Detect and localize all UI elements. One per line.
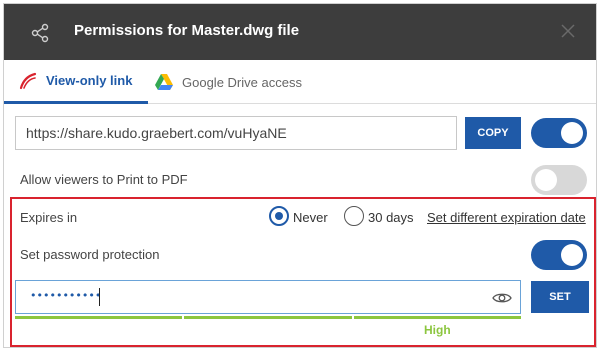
set-expiration-date-link[interactable]: Set different expiration date [427,210,586,225]
expiry-30-days-label[interactable]: 30 days [368,210,414,225]
strength-segment [15,316,183,319]
toggle-knob [561,244,583,266]
tab-google-drive-access[interactable]: Google Drive access [152,60,302,104]
expiry-never-radio[interactable] [269,206,289,226]
copy-button[interactable]: COPY [465,117,521,149]
strength-segment [353,316,521,319]
strength-segment [184,316,352,319]
close-icon[interactable] [560,23,576,39]
tab-label: Google Drive access [182,74,302,90]
toggle-knob [535,169,557,191]
set-password-button[interactable]: SET [531,281,589,313]
password-protection-label: Set password protection [20,247,160,262]
tab-label: View-only link [46,73,133,88]
share-icon [31,23,49,43]
google-drive-icon [155,74,173,90]
password-protection-toggle[interactable] [531,240,587,270]
permissions-dialog: Permissions for Master.dwg file View-onl… [3,3,597,348]
print-to-pdf-label: Allow viewers to Print to PDF [20,172,188,187]
expiry-never-label[interactable]: Never [293,210,328,225]
expires-in-label: Expires in [20,210,78,225]
eye-icon[interactable] [492,291,512,305]
expiry-30-days-radio[interactable] [344,206,364,226]
link-sharing-toggle[interactable] [531,118,587,148]
password-strength-meter [15,316,521,319]
password-masked-value: ••••••••••• [30,289,102,302]
dialog-title: Permissions for Master.dwg file [74,22,300,39]
tab-view-only-link[interactable]: View-only link [4,60,148,104]
share-link-field[interactable]: https://share.kudo.graebert.com/vuHyaNE [15,116,457,150]
text-caret [99,288,100,306]
toggle-knob [561,122,583,144]
password-field[interactable]: ••••••••••• [15,280,521,314]
kudo-logo-icon [19,72,37,89]
password-strength-label: High [424,323,451,337]
dialog-header: Permissions for Master.dwg file [4,4,596,60]
print-to-pdf-toggle[interactable] [531,165,587,195]
tab-bar: View-only link Google Drive access [4,60,596,104]
